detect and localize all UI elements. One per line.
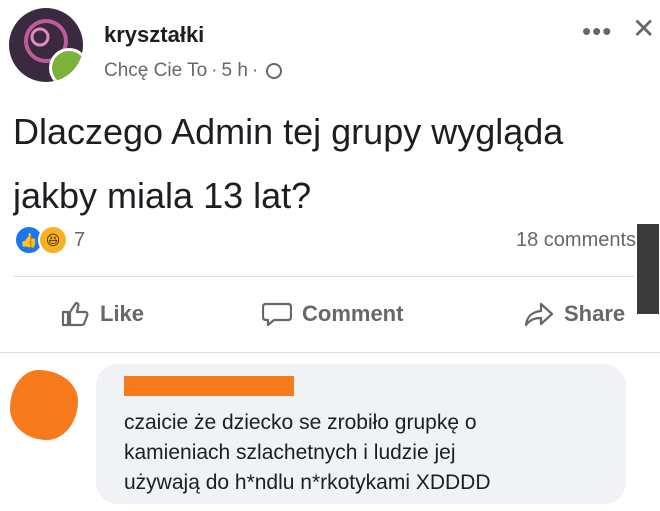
close-icon[interactable]: ✕ [632,12,655,45]
author-name[interactable]: kryształki [104,22,204,48]
comment-line: kamieniach szlachetnych i ludzie jej [124,441,456,464]
comment-bubble: czaicie że dziecko se zrobiło grupkę o k… [96,364,626,504]
comment-line: używają do h*ndlu n*rkotykami XDDDD [124,471,491,494]
comment-line: czaicie że dziecko se zrobiło grupkę o [124,411,477,434]
author-avatar[interactable] [9,8,83,82]
divider [14,276,634,277]
reaction-count: 7 [74,228,86,251]
post-text-line: Dlaczego Admin tej grupy wygląda [13,111,564,152]
like-label: Like [100,301,145,326]
post-meta: Chcę Cie To · 5 h · [104,60,283,82]
meta-separator: · [211,60,218,81]
comments-count[interactable]: 18 comments [516,229,640,252]
share-label: Share [564,301,626,326]
more-options-icon[interactable]: ••• [582,16,612,47]
share-arrow-icon [524,302,554,327]
group-name[interactable]: Chcę Cie To [104,60,207,82]
post-text-line: jakby miala 13 lat? [13,175,312,216]
group-badge-avatar [49,48,83,82]
divider [0,352,660,353]
action-bar: Like Comment Share [0,290,660,342]
commenter-name-redaction [124,376,294,396]
post-time[interactable]: 5 h [221,60,247,82]
comment-button[interactable]: Comment [262,300,403,328]
post-text: Dlaczego Admin tej grupy wygląda jakby m… [13,100,653,228]
comment-bubble-icon [262,302,292,327]
comment-text: czaicie że dziecko se zrobiło grupkę o k… [124,408,614,498]
like-button[interactable]: Like [60,300,144,328]
haha-icon: 😆 [38,225,68,255]
post-header: kryształki Chcę Cie To · 5 h · ••• ✕ [0,0,660,95]
reactions-summary[interactable]: 👍 😆 7 [14,225,85,255]
thumbs-up-icon [61,301,89,327]
commenter-avatar[interactable] [10,370,78,440]
globe-icon [266,63,283,79]
meta-separator: · [251,60,259,81]
share-button[interactable]: Share [524,300,625,328]
comment-label: Comment [302,301,404,326]
